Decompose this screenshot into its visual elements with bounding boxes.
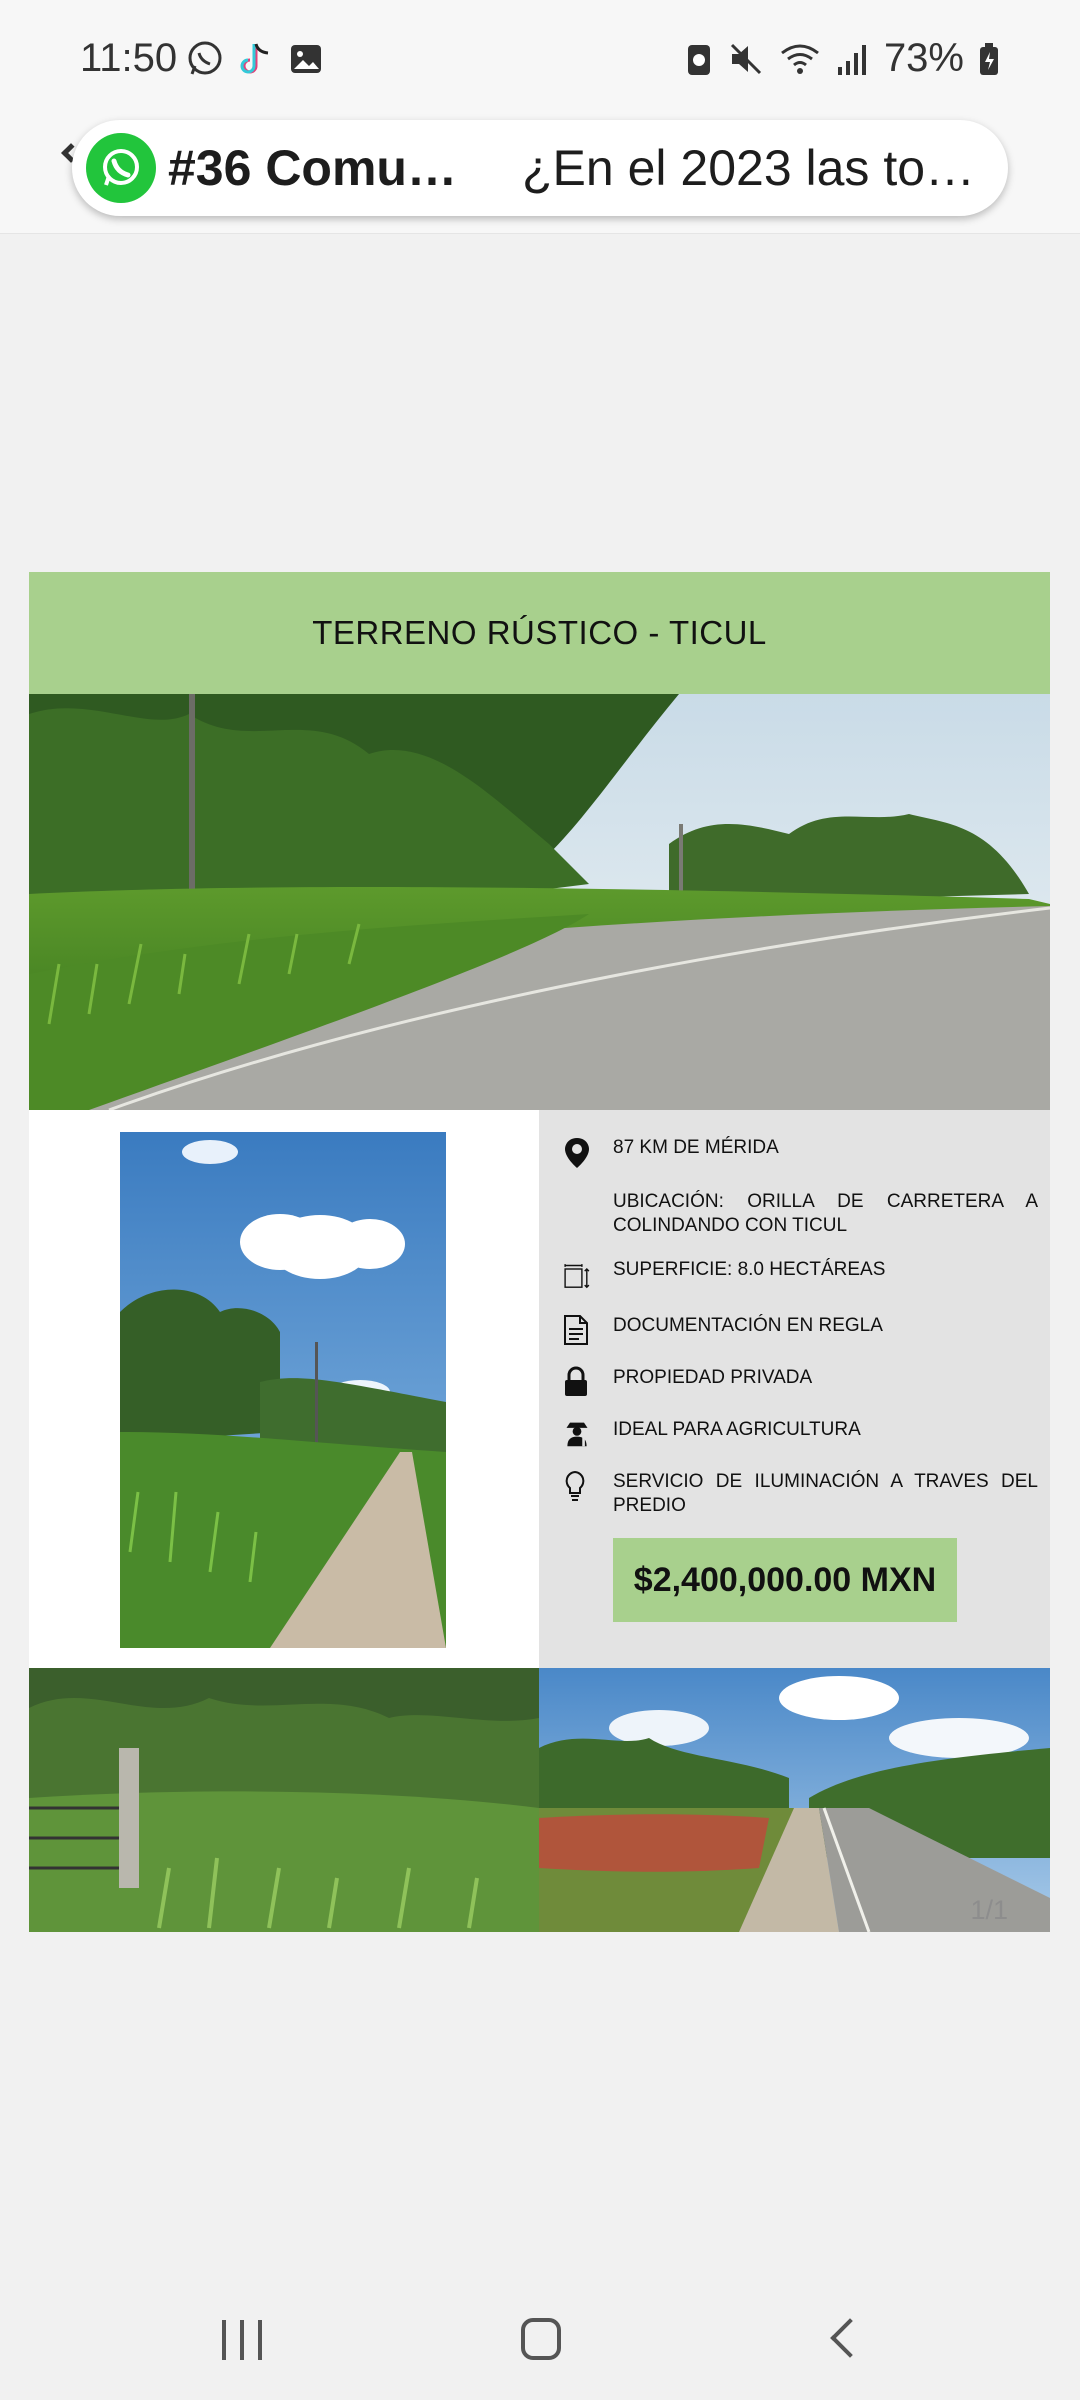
- feature-lighting: SERVICIO DE ILUMINACIÓN A TRAVES DEL PRE…: [613, 1471, 1038, 1516]
- feature-item: DOCUMENTACIÓN EN REGLA: [539, 1314, 1050, 1346]
- battery-saver-icon: [687, 44, 710, 75]
- whatsapp-icon: [188, 41, 222, 75]
- status-bar: 11:50 73%: [0, 0, 1080, 118]
- chat-bubble-header[interactable]: #36 Comunidad… ¿En el 2023 las tortillas…: [72, 120, 1008, 216]
- feature-distance: 87 KM DE MÉRIDA: [613, 1137, 779, 1158]
- photo-panel-left: [29, 1110, 539, 1668]
- gallery-icon: [291, 45, 321, 73]
- feature-location: UBICACIÓN: ORILLA DE CARRETERA A COLINDA…: [613, 1191, 1038, 1236]
- wifi-icon: [781, 44, 819, 74]
- feature-item: IDEAL PARA AGRICULTURA: [539, 1418, 1050, 1450]
- area-icon: [564, 1264, 590, 1289]
- photo-gate-vegetation: [29, 1668, 539, 1932]
- price-badge: $2,400,000.00 MXN: [613, 1538, 957, 1622]
- lightbulb-icon: [565, 1470, 585, 1501]
- system-nav-bar: [0, 2290, 1080, 2400]
- system-icons: 73%: [684, 36, 1000, 81]
- app-top-bar: #36 Comunidad… ¿En el 2023 las tortillas…: [0, 118, 1080, 234]
- page-indicator: 1/1: [970, 1895, 1008, 1925]
- photo-road-cleared: 1/1: [539, 1668, 1050, 1932]
- feature-item: SERVICIO DE ILUMINACIÓN A TRAVES DEL PRE…: [539, 1470, 1050, 1518]
- feature-private: PROPIEDAD PRIVADA: [613, 1367, 813, 1388]
- flyer-header: TERRENO RÚSTICO - TICUL: [29, 572, 1050, 694]
- lock-icon: [565, 1366, 587, 1396]
- feature-item: UBICACIÓN: ORILLA DE CARRETERA A COLINDA…: [539, 1190, 1050, 1238]
- back-button[interactable]: [830, 2318, 870, 2358]
- photo-roadside-main: [29, 694, 1050, 1110]
- chat-last-message: ¿En el 2023 las tortillas…: [522, 140, 982, 196]
- battery-percent: 73%: [883, 36, 964, 80]
- photo-dirt-path: [120, 1132, 446, 1648]
- status-time: 11:50: [80, 36, 178, 80]
- feature-area: SUPERFICIE: 8.0 HECTÁREAS: [613, 1259, 886, 1280]
- flyer-title: TERRENO RÚSTICO - TICUL: [312, 614, 767, 651]
- mute-icon: [730, 43, 761, 74]
- property-flyer-image[interactable]: TERRENO RÚSTICO - TICUL 87 KM DE MÉRIDA …: [29, 572, 1050, 1932]
- feature-documents: DOCUMENTACIÓN EN REGLA: [613, 1315, 883, 1336]
- whatsapp-icon: [86, 133, 156, 203]
- features-panel: 87 KM DE MÉRIDA UBICACIÓN: ORILLA DE CAR…: [539, 1110, 1050, 1668]
- recent-apps-button[interactable]: [222, 2320, 262, 2360]
- home-button[interactable]: [521, 2318, 561, 2360]
- feature-agriculture: IDEAL PARA AGRICULTURA: [613, 1419, 861, 1440]
- feature-item: SUPERFICIE: 8.0 HECTÁREAS: [539, 1258, 1050, 1294]
- battery-icon: [980, 42, 998, 75]
- feature-item: 87 KM DE MÉRIDA: [539, 1136, 1050, 1170]
- signal-icon: [837, 44, 866, 75]
- notification-icons: [186, 40, 324, 78]
- document-icon: [564, 1315, 588, 1345]
- tiktok-icon: [240, 43, 269, 74]
- price-value: $2,400,000.00 MXN: [633, 1560, 937, 1599]
- feature-item: PROPIEDAD PRIVADA: [539, 1366, 1050, 1398]
- location-pin-icon: [565, 1138, 589, 1168]
- chat-title: #36 Comunidad…: [168, 140, 486, 196]
- farmer-icon: [566, 1422, 588, 1447]
